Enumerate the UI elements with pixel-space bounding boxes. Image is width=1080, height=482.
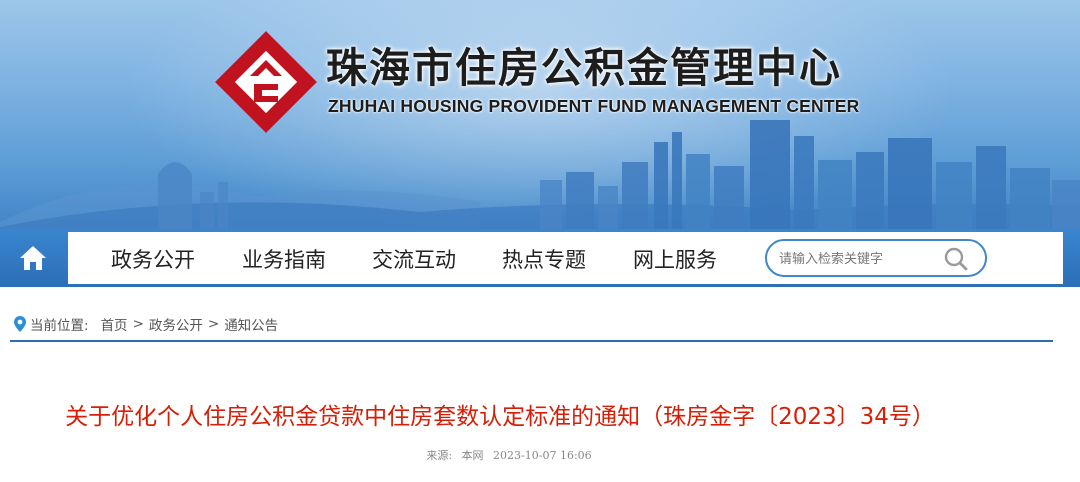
city-skyline-image bbox=[0, 120, 1080, 232]
search-input[interactable] bbox=[777, 247, 941, 271]
zhuhai-hpf-logo-icon bbox=[215, 31, 317, 133]
article-source: 本网 bbox=[461, 449, 484, 462]
article-source-label: 来源: bbox=[426, 449, 453, 462]
breadcrumb-label: 当前位置: bbox=[30, 318, 89, 334]
article-date: 2023-10-07 16:06 bbox=[493, 449, 592, 462]
search-box bbox=[765, 239, 987, 277]
home-button[interactable] bbox=[0, 229, 66, 287]
nav-item-business-guide[interactable]: 业务指南 bbox=[242, 232, 326, 284]
breadcrumb-separator: > bbox=[207, 316, 220, 332]
nav-item-online-services[interactable]: 网上服务 bbox=[633, 232, 717, 284]
nav-panel: 政务公开 业务指南 交流互动 热点专题 网上服务 bbox=[68, 232, 1063, 284]
site-title: 珠海市住房公积金管理中心 bbox=[326, 44, 842, 92]
breadcrumb-home-link[interactable]: 首页 bbox=[101, 314, 128, 334]
nav-item-government-affairs[interactable]: 政务公开 bbox=[111, 232, 195, 284]
article-meta: 来源: 本网 2023-10-07 16:06 bbox=[0, 447, 1018, 463]
breadcrumb-government-affairs-link[interactable]: 政务公开 bbox=[149, 314, 203, 334]
nav-item-hot-topics[interactable]: 热点专题 bbox=[502, 232, 586, 284]
site-subtitle: ZHUHAI HOUSING PROVIDENT FUND MANAGEMENT… bbox=[328, 96, 860, 116]
location-pin-icon bbox=[14, 316, 26, 332]
article-title: 关于优化个人住房公积金贷款中住房套数认定标准的通知（珠房金字〔2023〕34号） bbox=[65, 404, 935, 430]
breadcrumb: 当前位置: 首页 > 政务公开 > 通知公告 bbox=[14, 313, 278, 335]
breadcrumb-notices-link[interactable]: 通知公告 bbox=[224, 314, 278, 334]
home-icon bbox=[20, 246, 46, 270]
breadcrumb-separator: > bbox=[132, 316, 144, 332]
search-icon[interactable] bbox=[943, 246, 969, 272]
breadcrumb-divider bbox=[10, 340, 1053, 342]
main-navigation: 政务公开 业务指南 交流互动 热点专题 网上服务 bbox=[0, 229, 1080, 287]
header-banner: 珠海市住房公积金管理中心 ZHUHAI HOUSING PROVIDENT FU… bbox=[0, 0, 1080, 232]
nav-item-interaction[interactable]: 交流互动 bbox=[372, 232, 456, 284]
